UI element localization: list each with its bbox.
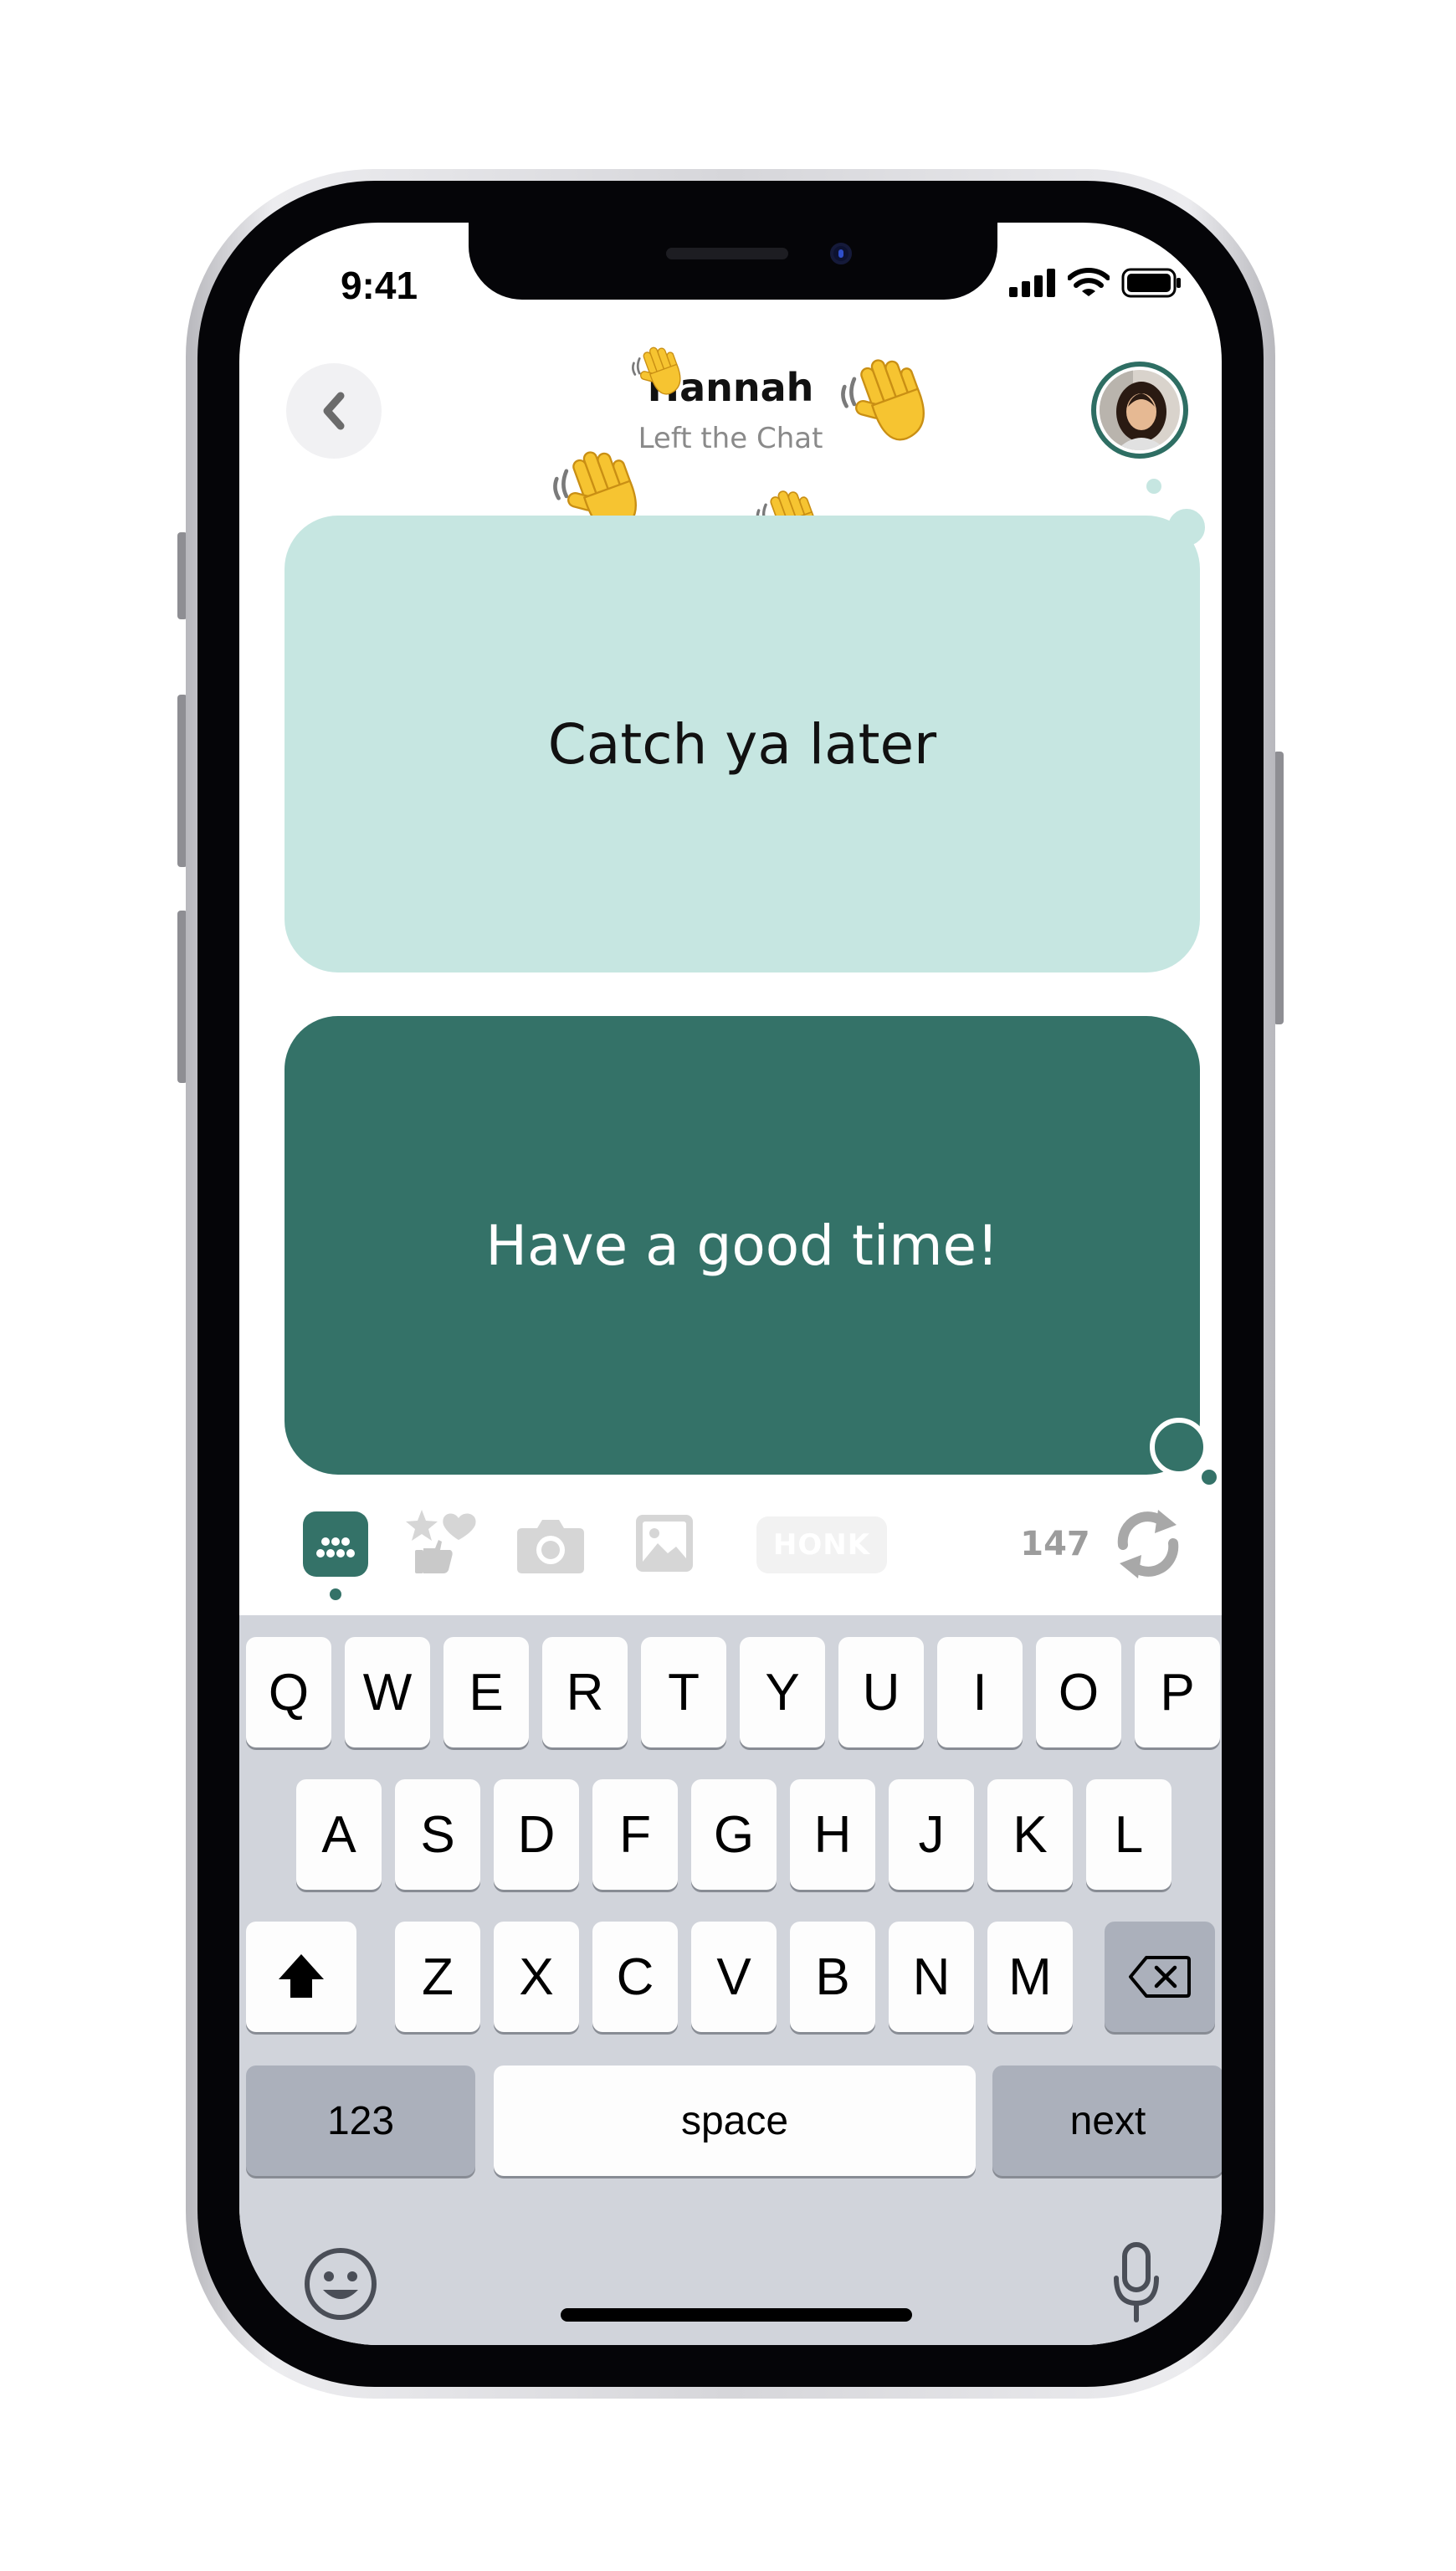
key[interactable]: X [494,1922,579,2032]
key[interactable]: Q [246,1637,331,1747]
key[interactable]: S [395,1779,480,1890]
key[interactable]: A [296,1779,382,1890]
key[interactable]: W [345,1637,430,1747]
numbers-key[interactable]: 123 [246,2066,475,2176]
shift-key[interactable] [246,1922,356,2032]
key[interactable]: Y [740,1637,825,1747]
microphone-icon[interactable] [1111,2241,1161,2325]
notch [469,223,997,300]
earpiece-speaker [666,248,788,259]
key[interactable]: H [790,1779,875,1890]
stickers-icon[interactable] [403,1506,482,1577]
key[interactable]: C [592,1922,678,2032]
battery-icon [1121,268,1181,298]
waving-hand-icon [631,346,681,395]
chevron-left-icon [323,392,345,430]
key[interactable]: Z [395,1922,480,2032]
honk-button[interactable]: HONK [756,1516,887,1573]
avatar[interactable] [1091,362,1188,459]
key[interactable]: J [889,1779,974,1890]
bubble-tail [1202,1470,1217,1485]
back-button[interactable] [286,363,382,459]
key[interactable]: T [641,1637,726,1747]
active-tool-indicator [330,1588,341,1600]
key[interactable]: V [691,1922,777,2032]
message-bubble-received[interactable]: Catch ya later [285,516,1200,972]
phone-screen: 9:41 Hannah Left the Chat Catch ya later… [239,223,1222,2345]
bubble-tail [1150,1418,1208,1476]
cellular-signal-icon [1009,269,1055,297]
backspace-key[interactable] [1105,1922,1215,2032]
key[interactable]: E [443,1637,529,1747]
keyboard: Q W E R T Y U I O P A S D F G H J K L Z … [239,1615,1222,2345]
bubble-tail [1146,479,1161,494]
key[interactable]: N [889,1922,974,2032]
key[interactable]: B [790,1922,875,2032]
status-time: 9:41 [340,264,418,307]
message-text: Have a good time! [485,1213,999,1278]
backspace-icon [1129,1956,1191,1998]
key[interactable]: G [691,1779,777,1890]
key[interactable]: K [987,1779,1073,1890]
next-key[interactable]: next [992,2066,1222,2176]
front-camera [830,243,852,264]
profile-photo [1100,370,1180,450]
waving-hand-icon [841,359,925,441]
home-indicator[interactable] [561,2308,912,2322]
key[interactable]: I [937,1637,1023,1747]
key[interactable]: F [592,1779,678,1890]
camera-icon[interactable] [515,1515,586,1575]
key[interactable]: P [1135,1637,1220,1747]
shift-icon [279,1954,324,1998]
key[interactable]: D [494,1779,579,1890]
keyboard-toggle-button[interactable] [303,1511,368,1577]
message-text: Catch ya later [547,711,937,777]
key[interactable]: R [542,1637,628,1747]
key[interactable]: M [987,1922,1073,2032]
key[interactable]: L [1086,1779,1171,1890]
refresh-icon[interactable] [1110,1508,1187,1580]
status-icons [1009,266,1182,300]
character-count: 147 [1020,1525,1090,1563]
keyboard-icon [316,1537,355,1557]
key[interactable]: O [1036,1637,1121,1747]
key[interactable]: U [838,1637,924,1747]
wifi-icon [1068,268,1110,296]
space-key[interactable]: space [494,2066,976,2176]
message-bubble-sent[interactable]: Have a good time! [285,1016,1200,1475]
emoji-icon[interactable] [303,2246,378,2322]
photo-icon[interactable] [634,1513,695,1573]
